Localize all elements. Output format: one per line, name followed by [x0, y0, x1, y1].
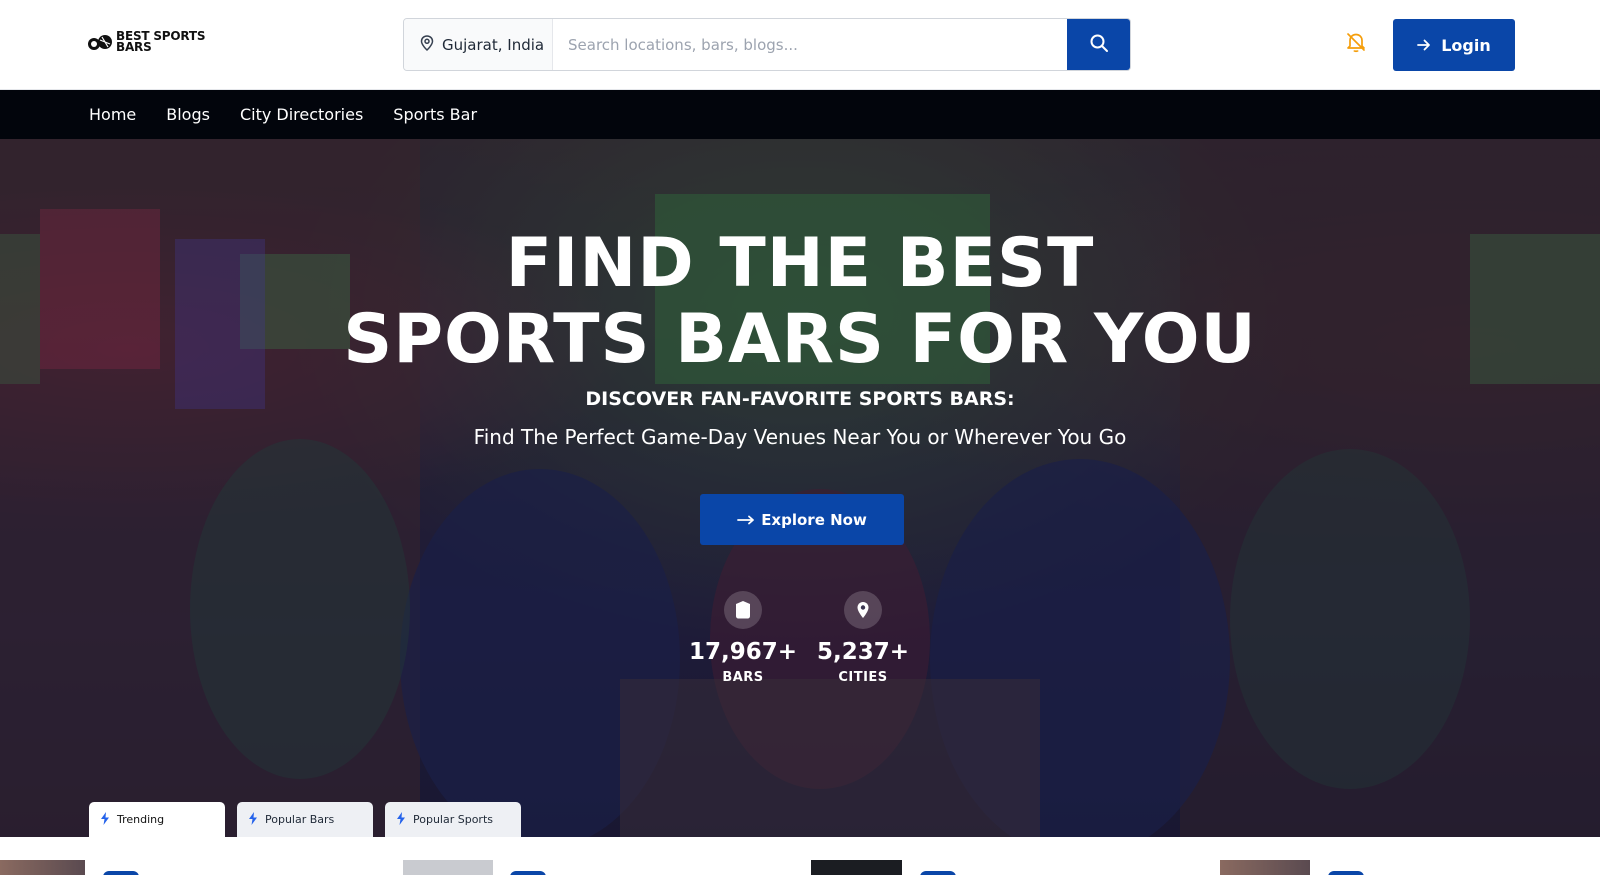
- card-badge: [103, 871, 139, 875]
- tab-trending-label: Trending: [117, 813, 165, 826]
- stat-cities-value: 5,237+: [816, 639, 910, 665]
- site-logo[interactable]: BEST SPORTS BARS: [88, 29, 212, 54]
- card-thumbnail[interactable]: [811, 860, 902, 875]
- card-thumbnail[interactable]: [1220, 860, 1310, 875]
- tab-popular-sports[interactable]: Popular Sports: [385, 802, 521, 837]
- hero-tagline: Find The Perfect Game-Day Venues Near Yo…: [473, 425, 1127, 449]
- hero-content: FIND THE BEST SPORTS BARS FOR YOU DISCOV…: [0, 139, 1600, 837]
- hero-title: FIND THE BEST SPORTS BARS FOR YOU: [0, 226, 1600, 378]
- shield-icon: [724, 591, 762, 629]
- location-selector[interactable]: Gujarat, India: [404, 19, 553, 70]
- search-bar: Gujarat, India: [403, 18, 1131, 71]
- notification-button[interactable]: [1344, 32, 1368, 56]
- card-badge: [920, 871, 956, 875]
- card-badge: [510, 871, 546, 875]
- long-arrow-right-icon: [737, 511, 755, 529]
- nav-item-city-directories[interactable]: City Directories: [240, 105, 363, 124]
- bolt-icon: [100, 811, 110, 828]
- explore-now-label: Explore Now: [761, 510, 867, 529]
- stat-cities-label: CITIES: [838, 670, 888, 685]
- bolt-icon: [396, 811, 406, 828]
- card-thumbnail[interactable]: [0, 860, 85, 875]
- bolt-icon: [248, 811, 258, 828]
- explore-now-button[interactable]: Explore Now: [700, 494, 904, 545]
- nav-item-blogs[interactable]: Blogs: [166, 105, 210, 124]
- nav-item-sports-bar[interactable]: Sports Bar: [393, 105, 477, 124]
- hero-title-line2: SPORTS BARS FOR YOU: [343, 300, 1257, 379]
- map-pin-icon: [420, 34, 434, 55]
- stat-bars: 17,967+ BARS: [688, 591, 798, 685]
- logo-icon: [88, 32, 112, 52]
- content-tabs: Trending Popular Bars Popular Sports: [89, 802, 521, 837]
- nav-item-home[interactable]: Home: [89, 105, 136, 124]
- login-button[interactable]: Login: [1393, 19, 1515, 71]
- location-text: Gujarat, India: [442, 35, 545, 54]
- login-label: Login: [1441, 35, 1491, 55]
- tab-popular-bars-label: Popular Bars: [265, 813, 335, 826]
- arrow-right-icon: [1417, 36, 1431, 55]
- logo-text: BEST SPORTS BARS: [116, 29, 206, 54]
- hero-section: FIND THE BEST SPORTS BARS FOR YOU DISCOV…: [0, 139, 1600, 837]
- tab-trending[interactable]: Trending: [89, 802, 225, 837]
- hero-subtitle: DISCOVER FAN-FAVORITE SPORTS BARS:: [585, 388, 1015, 410]
- card-badge: [1328, 871, 1364, 875]
- bell-off-icon: [1345, 31, 1367, 57]
- tab-popular-sports-label: Popular Sports: [413, 813, 494, 826]
- card-strip: [0, 837, 1600, 875]
- site-header: BEST SPORTS BARS Gujarat, India Login: [0, 0, 1600, 90]
- search-button[interactable]: [1067, 19, 1130, 70]
- main-nav: Home Blogs City Directories Sports Bar: [0, 90, 1600, 139]
- stat-cities: 5,237+ CITIES: [808, 591, 918, 685]
- hero-title-line1: FIND THE BEST: [505, 224, 1095, 303]
- stat-bars-label: BARS: [722, 670, 764, 685]
- search-input[interactable]: [553, 19, 1067, 70]
- tab-popular-bars[interactable]: Popular Bars: [237, 802, 373, 837]
- search-icon: [1089, 33, 1109, 56]
- map-pin-icon: [844, 591, 882, 629]
- card-thumbnail[interactable]: [403, 860, 493, 875]
- stat-bars-value: 17,967+: [688, 639, 798, 665]
